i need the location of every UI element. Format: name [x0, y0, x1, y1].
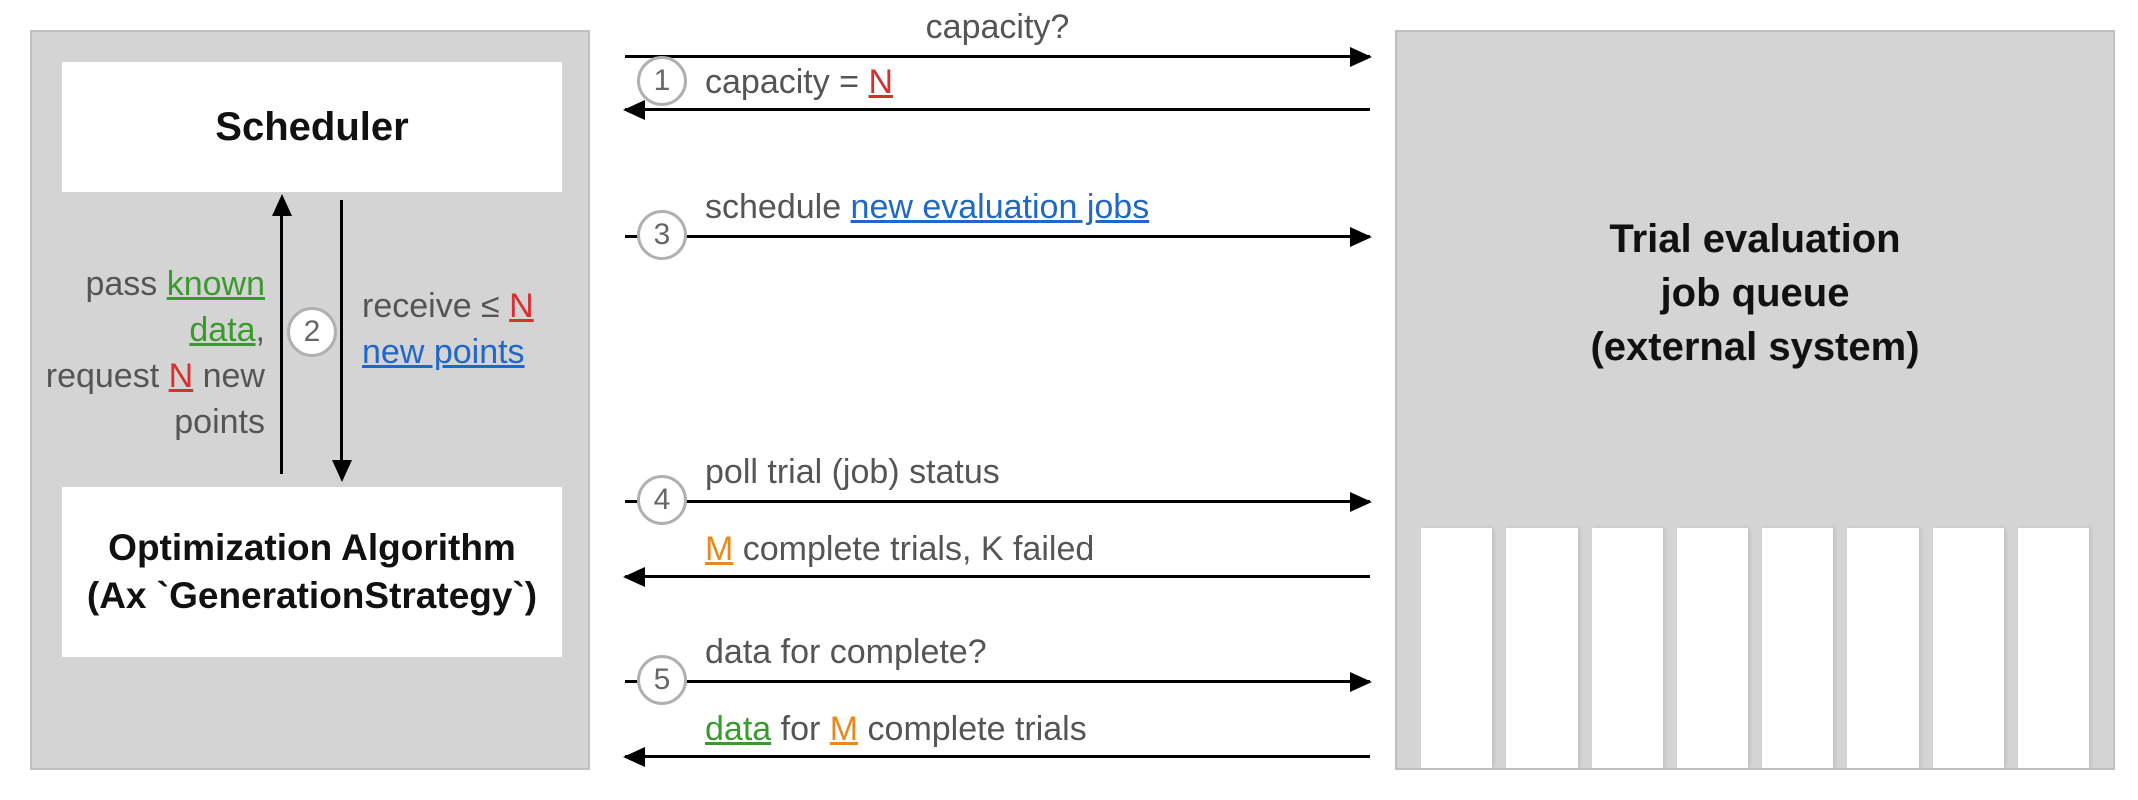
arrow5-top-line: [625, 680, 1370, 683]
m-complete-2: M: [830, 710, 858, 748]
queue-slot: [1933, 528, 2004, 768]
n-capacity: N: [868, 63, 893, 101]
arrow4-right-head-icon: [1350, 492, 1372, 512]
arrow5-bottom-line: [625, 755, 1370, 758]
queue-slots: [1397, 528, 2113, 768]
arrow-down-head-icon: [332, 460, 352, 482]
queue-slot: [1847, 528, 1918, 768]
new-eval-jobs-link: new evaluation jobs: [851, 188, 1150, 226]
m-complete: M: [705, 530, 733, 568]
arrow1-left-head-icon: [623, 100, 645, 120]
arrow1-bottom-line: [625, 108, 1370, 111]
step-4-label: 4: [654, 483, 671, 517]
receive-label: receive ≤ N new points: [362, 284, 582, 376]
step-circle-3: 3: [637, 210, 687, 260]
arrow4-bottom-line: [625, 575, 1370, 578]
arrow4-top-line: [625, 500, 1370, 503]
right-panel: Trial evaluation job queue (external sys…: [1395, 30, 2115, 770]
step-5-label: 5: [654, 663, 671, 697]
n-value: N: [169, 357, 194, 395]
schedule-label: schedule new evaluation jobs: [705, 188, 1370, 227]
pass-request-label: pass known data, request N new points: [40, 262, 265, 446]
step-2-label: 2: [304, 315, 321, 349]
queue-slot: [1762, 528, 1833, 768]
complete-failed-label: M complete trials, K failed: [705, 530, 1370, 569]
queue-slot: [1506, 528, 1577, 768]
arrow3-line: [625, 235, 1370, 238]
capacity-question: capacity?: [625, 8, 1370, 47]
job-queue-title: Trial evaluation job queue (external sys…: [1397, 212, 2113, 374]
new-points-link: new points: [362, 333, 525, 371]
scheduler-title: Scheduler: [215, 105, 408, 150]
step-circle-2: 2: [287, 307, 337, 357]
poll-status-label: poll trial (job) status: [705, 453, 1370, 492]
arrow5-left-head-icon: [623, 747, 645, 767]
arrow-up-head-icon: [272, 194, 292, 216]
known-data-link: known data: [167, 265, 265, 349]
data-complete-question: data for complete?: [705, 633, 1370, 672]
arrow1-top-line: [625, 55, 1370, 58]
arrow-down-line: [340, 200, 343, 460]
step-1-label: 1: [654, 64, 671, 98]
arrow4-left-head-icon: [623, 567, 645, 587]
data-complete-answer: data for M complete trials: [705, 710, 1370, 749]
arrow5-right-head-icon: [1350, 672, 1372, 692]
step-circle-5: 5: [637, 655, 687, 705]
step-3-label: 3: [654, 218, 671, 252]
algo-title-line1: Optimization Algorithm: [108, 524, 516, 572]
left-panel: Scheduler Optimization Algorithm (Ax `Ge…: [30, 30, 590, 770]
n-value-2: N: [509, 287, 534, 325]
queue-slot: [1592, 528, 1663, 768]
arrow-up-line: [280, 214, 283, 474]
step-circle-1: 1: [637, 56, 687, 106]
algo-title-line2: (Ax `GenerationStrategy`): [87, 572, 537, 620]
optimization-algorithm-box: Optimization Algorithm (Ax `GenerationSt…: [62, 487, 562, 657]
queue-slot: [1677, 528, 1748, 768]
capacity-answer: capacity = N: [705, 63, 1370, 102]
arrow3-right-head-icon: [1350, 227, 1372, 247]
scheduler-box: Scheduler: [62, 62, 562, 192]
data-link: data: [705, 710, 771, 748]
queue-slot: [1421, 528, 1492, 768]
queue-slot: [2018, 528, 2089, 768]
step-circle-4: 4: [637, 475, 687, 525]
